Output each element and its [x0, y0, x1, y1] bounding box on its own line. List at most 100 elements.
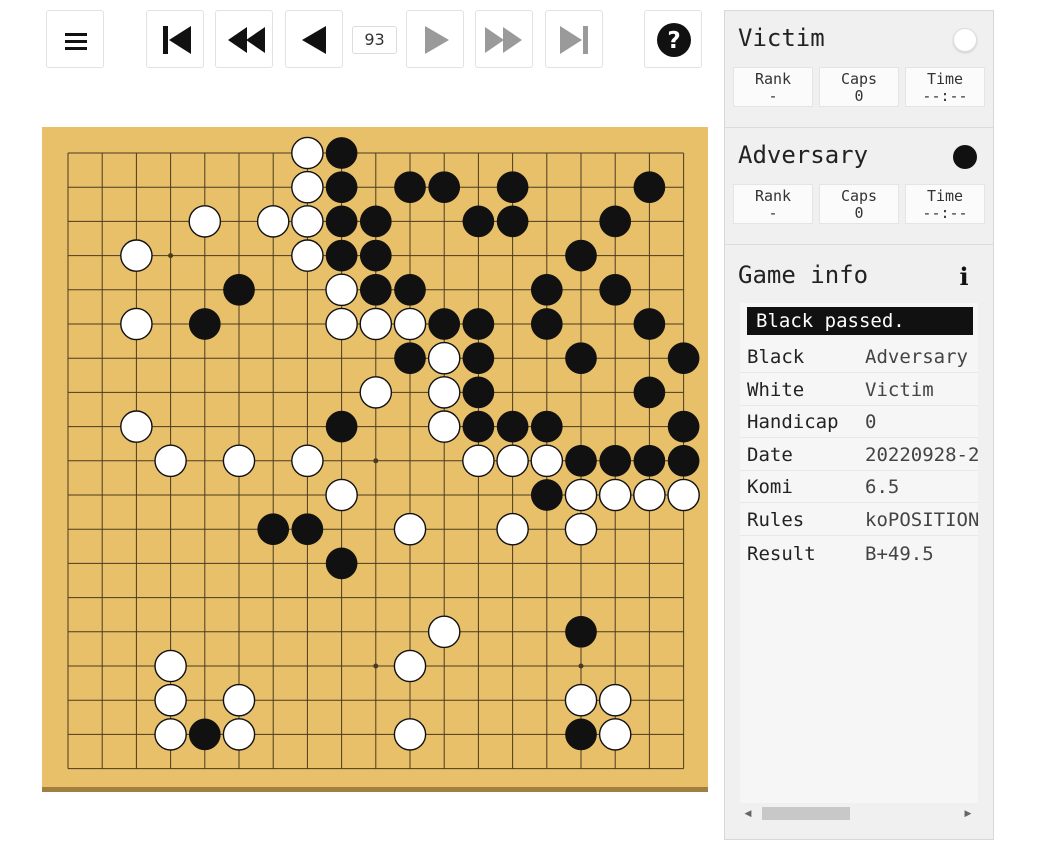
- game-info-row-black: Black Adversary: [740, 341, 978, 373]
- star-point: [578, 663, 584, 669]
- black-stone: [530, 273, 563, 306]
- info-value: 0: [865, 411, 877, 433]
- black-stone: [633, 308, 666, 340]
- info-value: 20220928-2: [865, 444, 978, 466]
- question-circle-icon: ?: [657, 23, 691, 57]
- white-stone: [359, 376, 393, 409]
- back-one-icon: [302, 26, 326, 54]
- white-stone: [222, 444, 256, 478]
- caps-label: Caps: [840, 187, 878, 205]
- star-point: [168, 253, 174, 259]
- last-move-button[interactable]: [545, 10, 603, 68]
- white-stone: [154, 718, 187, 751]
- black-player-name: Adversary: [738, 141, 869, 169]
- white-stone: [291, 170, 324, 204]
- black-stone: [633, 171, 666, 204]
- black-stone: [496, 171, 529, 204]
- white-stone: [427, 376, 461, 409]
- black-stone: [496, 205, 529, 238]
- info-icon[interactable]: i: [956, 264, 972, 290]
- white-stone: [154, 683, 187, 717]
- white-stone: [154, 649, 187, 683]
- black-stone: [633, 376, 666, 409]
- white-rank-value: -: [768, 87, 778, 105]
- white-stone: [291, 444, 324, 478]
- black-stone: [565, 615, 597, 648]
- black-stone: [667, 444, 700, 477]
- black-stone: [394, 273, 426, 306]
- info-value: 6.5: [865, 476, 900, 498]
- hamburger-menu-icon: [65, 33, 87, 50]
- black-stone: [530, 410, 563, 443]
- info-value: B+49.5: [865, 543, 934, 565]
- forward-many-button[interactable]: [475, 10, 533, 68]
- black-stone: [496, 410, 529, 443]
- black-stone: [359, 239, 392, 272]
- help-button[interactable]: ?: [644, 10, 702, 68]
- black-stone: [394, 171, 426, 204]
- horizontal-scrollbar[interactable]: ◀ ▶: [740, 805, 978, 822]
- move-number-input[interactable]: 93: [352, 26, 397, 54]
- black-stone: [565, 444, 597, 477]
- info-value: Victim: [865, 379, 934, 401]
- menu-button[interactable]: [46, 10, 104, 68]
- game-info-row-handicap: Handicap 0: [740, 406, 978, 438]
- black-stone: [462, 308, 495, 340]
- black-stone: [325, 547, 358, 580]
- first-move-button[interactable]: [146, 10, 204, 68]
- board-edge: [42, 787, 708, 792]
- back-one-button[interactable]: [285, 10, 343, 68]
- black-stone: [428, 308, 461, 340]
- white-stone: [222, 718, 256, 751]
- white-stone: [291, 205, 324, 238]
- info-key: Black: [747, 346, 805, 368]
- back-many-button[interactable]: [215, 10, 273, 68]
- go-board[interactable]: [42, 127, 708, 792]
- black-caps-cell: Caps 0: [819, 184, 899, 224]
- white-player-box: Victim Rank - Caps 0 Time --:--: [725, 11, 993, 128]
- black-stone: [462, 342, 495, 375]
- game-info-table[interactable]: Black passed. Black Adversary White Vict…: [740, 303, 978, 803]
- scrollbar-thumb[interactable]: [762, 807, 850, 820]
- black-stone: [223, 273, 255, 306]
- white-stone: [496, 444, 529, 478]
- white-time-cell: Time --:--: [905, 67, 985, 107]
- rank-label: Rank: [754, 70, 792, 88]
- black-stone: [325, 239, 358, 272]
- info-key: Result: [747, 543, 816, 565]
- black-stone: [462, 376, 495, 409]
- white-stone: [325, 273, 358, 307]
- white-stone: [633, 478, 666, 512]
- black-stone: [599, 444, 632, 477]
- white-stone: [427, 341, 461, 375]
- star-point: [373, 458, 379, 464]
- info-key: Komi: [747, 476, 793, 498]
- info-value: Adversary: [865, 346, 968, 368]
- game-info-row-komi: Komi 6.5: [740, 471, 978, 503]
- white-stone: [359, 307, 393, 341]
- scroll-left-arrow-icon[interactable]: ◀: [742, 808, 754, 820]
- black-stone: [530, 308, 563, 340]
- white-stone: [393, 307, 427, 341]
- white-stone: [598, 478, 632, 512]
- forward-one-button[interactable]: [406, 10, 464, 68]
- white-stone: [393, 718, 427, 751]
- black-stone: [257, 513, 290, 546]
- black-stone: [530, 479, 563, 511]
- black-rank-value: -: [768, 204, 778, 222]
- white-stone-icon: [953, 28, 977, 52]
- black-stone: [325, 410, 358, 443]
- black-stone: [633, 444, 666, 477]
- white-stone: [564, 512, 598, 546]
- game-info-title: Game info: [738, 261, 869, 289]
- white-stone: [325, 478, 358, 512]
- black-stone: [291, 513, 324, 546]
- go-board-svg[interactable]: [42, 127, 708, 792]
- svg-text:?: ?: [667, 28, 680, 54]
- rank-label: Rank: [754, 187, 792, 205]
- scroll-right-arrow-icon[interactable]: ▶: [962, 808, 974, 820]
- game-info-row-date: Date 20220928-2: [740, 439, 978, 471]
- white-stone: [530, 444, 564, 478]
- white-stone: [256, 205, 290, 238]
- black-stone: [565, 342, 597, 375]
